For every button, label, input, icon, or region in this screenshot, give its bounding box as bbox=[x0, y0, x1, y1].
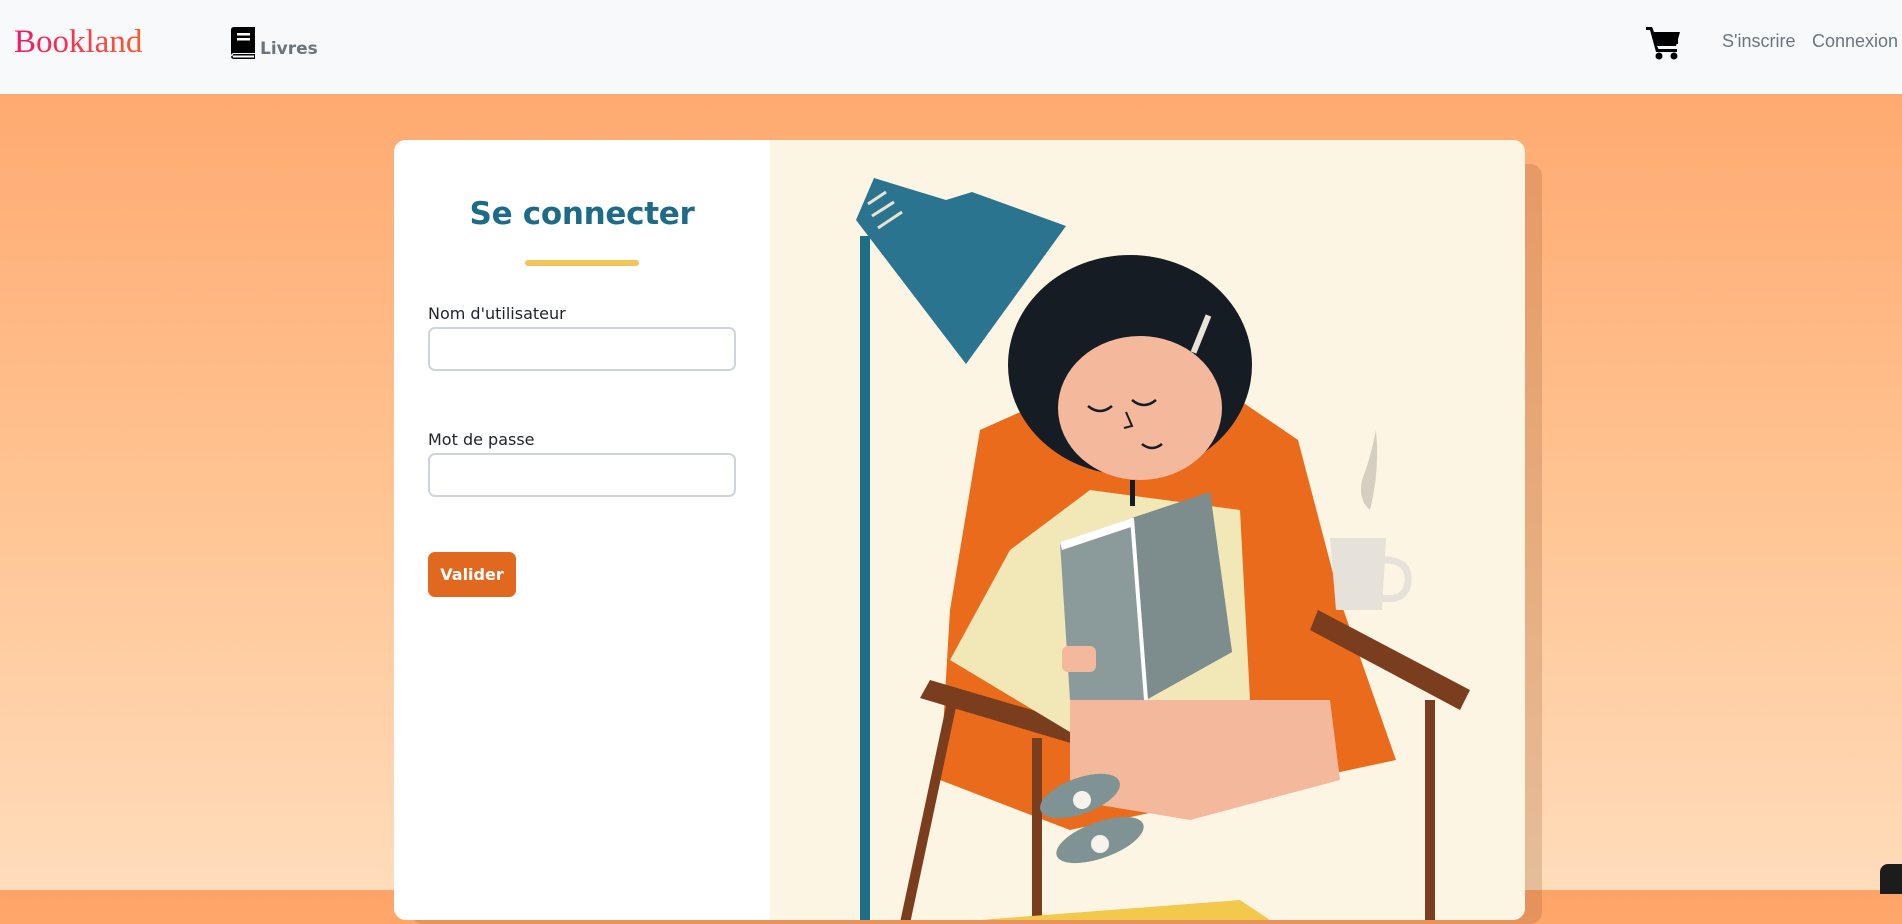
face bbox=[1058, 336, 1222, 480]
lamp-pole bbox=[860, 236, 870, 920]
login-form: Se connecter Nom d'utilisateur Mot de pa… bbox=[394, 140, 770, 920]
password-input[interactable] bbox=[428, 453, 736, 497]
login-card: Se connecter Nom d'utilisateur Mot de pa… bbox=[394, 140, 1525, 920]
shopping-cart-icon[interactable] bbox=[1645, 24, 1683, 60]
nav-books-label: Livres bbox=[260, 39, 318, 59]
navbar: Bookland Livres S'inscrire Connexion bbox=[0, 0, 1902, 94]
submit-button[interactable]: Valider bbox=[428, 552, 516, 597]
tea-cup bbox=[1330, 538, 1386, 610]
username-label: Nom d'utilisateur bbox=[428, 304, 566, 323]
reading-woman-illustration bbox=[856, 178, 1470, 920]
form-title: Se connecter bbox=[469, 196, 695, 232]
nav-login-link[interactable]: Connexion bbox=[1812, 30, 1898, 52]
password-label: Mot de passe bbox=[428, 430, 535, 449]
nav-books-link[interactable]: Livres bbox=[228, 24, 318, 60]
illustration-pane bbox=[770, 140, 1525, 920]
nav-signup-link[interactable]: S'inscrire bbox=[1722, 30, 1795, 52]
book-icon bbox=[231, 27, 255, 59]
brand-logo[interactable]: Bookland bbox=[14, 22, 142, 62]
title-underline bbox=[525, 260, 639, 266]
username-input[interactable] bbox=[428, 327, 736, 371]
